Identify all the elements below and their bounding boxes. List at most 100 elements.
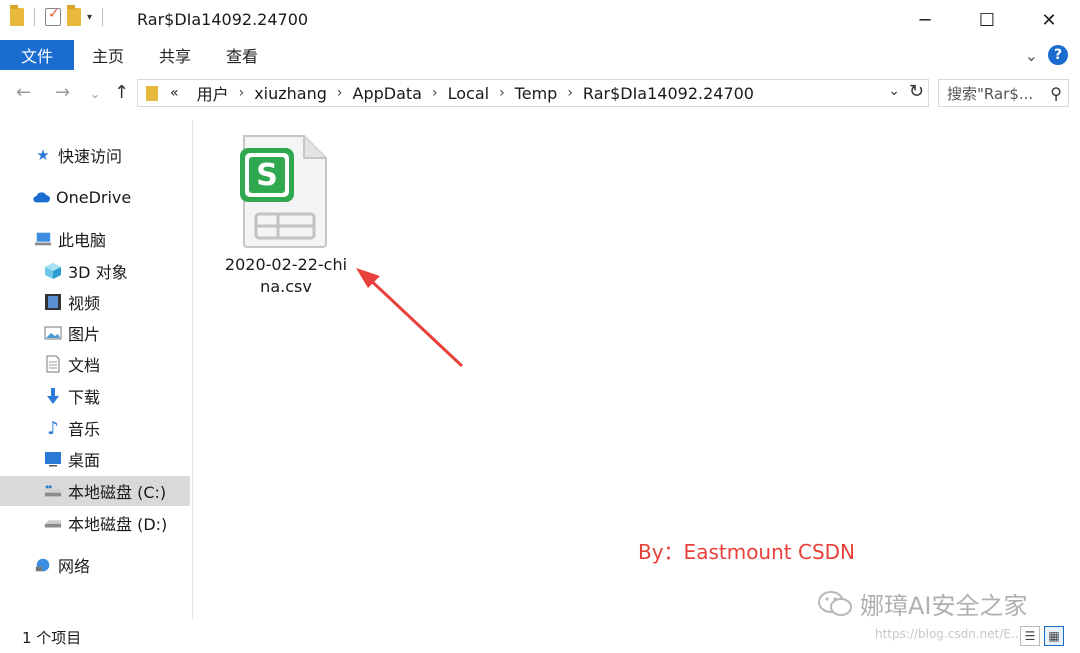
video-icon [44,293,62,311]
sidebar-item-label: 下载 [68,388,101,407]
breadcrumb-users[interactable]: 用户 [197,81,229,105]
navigation-bar: ← → ⌄ ↑ « 用户 › xiuzhang › AppData › Loca… [0,70,1080,120]
sidebar-item-quick-access[interactable]: ★ 快速访问 [0,140,190,170]
maximize-button[interactable]: ☐ [956,0,1018,40]
breadcrumb-xiuzhang[interactable]: xiuzhang [254,84,327,103]
properties-icon[interactable] [45,6,61,26]
close-button[interactable]: ✕ [1018,0,1080,40]
search-input[interactable]: 搜索"Rar$... [947,83,1033,104]
tab-share[interactable]: 共享 [159,40,191,70]
sidebar-item-3d-objects[interactable]: 3D 对象 [0,256,190,286]
sidebar-item-label: 视频 [68,294,101,313]
chevron-down-icon[interactable]: ⌄ [888,83,900,99]
file-name-line2: na.csv [260,277,312,296]
picture-icon [44,324,62,342]
recent-locations-icon[interactable]: ⌄ [90,87,100,101]
tab-view[interactable]: 查看 [226,40,258,70]
view-switcher: ☰ ▦ [1020,626,1064,646]
star-icon: ★ [36,146,50,164]
sidebar-item-label: 本地磁盘 (D:) [68,515,168,534]
sidebar-item-label: 图片 [68,325,101,344]
minimize-button[interactable]: ─ [894,0,956,40]
chevron-right-icon[interactable]: › [499,85,505,101]
back-arrow-icon[interactable]: ← [16,82,31,103]
expand-ribbon-icon[interactable]: ⌄ [1025,46,1038,65]
file-name[interactable]: 2020-02-22-chi na.csv [220,254,352,298]
sidebar-item-label: 快速访问 [58,147,123,166]
help-icon[interactable]: ? [1048,45,1068,65]
tab-home[interactable]: 主页 [92,40,124,70]
title-bar: ▾ Rar$DIa14092.24700 ─ ☐ ✕ [0,0,1080,40]
customize-toolbar-icon[interactable]: ▾ [87,12,92,23]
refresh-icon[interactable]: ↻ [909,81,924,102]
sidebar-item-desktop[interactable]: 桌面 [0,444,190,474]
wechat-account-name: 娜璋AI安全之家 [860,592,1028,620]
network-icon [34,556,52,574]
chevron-right-icon[interactable]: › [239,85,245,101]
drive-c-icon [44,482,62,500]
desktop-icon [44,450,62,468]
sidebar-item-pictures[interactable]: 图片 [0,318,190,348]
sidebar-item-label: 文档 [68,356,101,375]
toolbar-divider [34,8,35,26]
music-icon: ♪ [47,417,59,439]
download-icon [44,387,62,405]
large-icons-view-icon[interactable]: ▦ [1044,626,1064,646]
sidebar-item-network[interactable]: 网络 [0,550,190,580]
chevron-right-icon[interactable]: › [567,85,573,101]
chevron-right-icon[interactable]: › [337,85,343,101]
search-box[interactable]: 搜索"Rar$... ⚲ [938,79,1069,107]
sidebar-item-label: 音乐 [68,420,101,439]
new-folder-icon[interactable] [67,5,81,26]
pane-divider[interactable] [192,120,193,620]
status-bar: 1 个项目 ☰ ▦ [0,620,1080,653]
annotation-arrow [356,268,464,368]
sidebar-item-this-pc[interactable]: 此电脑 [0,224,190,254]
navigation-pane: ★ 快速访问 OneDrive 此电脑 3D 对象 视频 图片 文档 下载 ♪ … [0,136,192,616]
item-count: 1 个项目 [22,629,82,647]
sidebar-item-label: OneDrive [56,187,132,207]
window-title: Rar$DIa14092.24700 [137,10,309,29]
toolbar-divider [102,8,104,26]
sidebar-item-drive-d[interactable]: 本地磁盘 (D:) [0,508,190,538]
sidebar-item-documents[interactable]: 文档 [0,349,190,379]
breadcrumb-temp[interactable]: Temp [515,84,558,103]
file-icon-letter: S [256,158,278,193]
document-icon [44,355,62,373]
up-arrow-icon[interactable]: ↑ [114,82,129,103]
cloud-icon [32,188,50,206]
breadcrumb: « 用户 › xiuzhang › AppData › Local › Temp… [170,81,754,105]
details-view-icon[interactable]: ☰ [1020,626,1040,646]
cube-icon [44,262,62,280]
spreadsheet-file-icon: S [240,135,327,248]
ribbon-tabs: 文件 主页 共享 查看 ⌄ ? [0,40,1080,70]
chevron-right-icon[interactable]: › [432,85,438,101]
ribbon-controls: ⌄ ? [1025,45,1068,65]
sidebar-item-drive-c[interactable]: 本地磁盘 (C:) [0,476,190,506]
search-icon[interactable]: ⚲ [1050,84,1062,103]
sidebar-item-label: 此电脑 [58,231,107,250]
drive-d-icon [44,514,62,532]
breadcrumb-overflow[interactable]: « [170,85,179,101]
sidebar-item-label: 3D 对象 [68,263,128,282]
address-bar[interactable]: « 用户 › xiuzhang › AppData › Local › Temp… [137,79,929,107]
folder-icon [146,85,158,101]
file-item[interactable]: S 2020-02-22-chi na.csv [220,130,352,300]
quick-access-toolbar: ▾ [10,5,107,26]
sidebar-item-label: 本地磁盘 (C:) [68,483,167,502]
file-name-line1: 2020-02-22-chi [224,255,348,274]
wechat-icon [818,590,852,616]
sidebar-item-downloads[interactable]: 下载 [0,381,190,411]
sidebar-item-label: 网络 [58,557,91,576]
breadcrumb-current-folder[interactable]: Rar$DIa14092.24700 [583,84,754,103]
sidebar-item-music[interactable]: ♪ 音乐 [0,413,190,443]
breadcrumb-appdata[interactable]: AppData [353,84,422,103]
tab-file[interactable]: 文件 [0,40,74,70]
sidebar-item-onedrive[interactable]: OneDrive [0,182,190,212]
breadcrumb-local[interactable]: Local [448,84,489,103]
forward-arrow-icon[interactable]: → [55,82,70,103]
wechat-watermark: 娜璋AI安全之家 [818,586,1028,621]
sidebar-item-label: 桌面 [68,451,101,470]
sidebar-item-videos[interactable]: 视频 [0,287,190,317]
folder-icon[interactable] [10,5,24,26]
